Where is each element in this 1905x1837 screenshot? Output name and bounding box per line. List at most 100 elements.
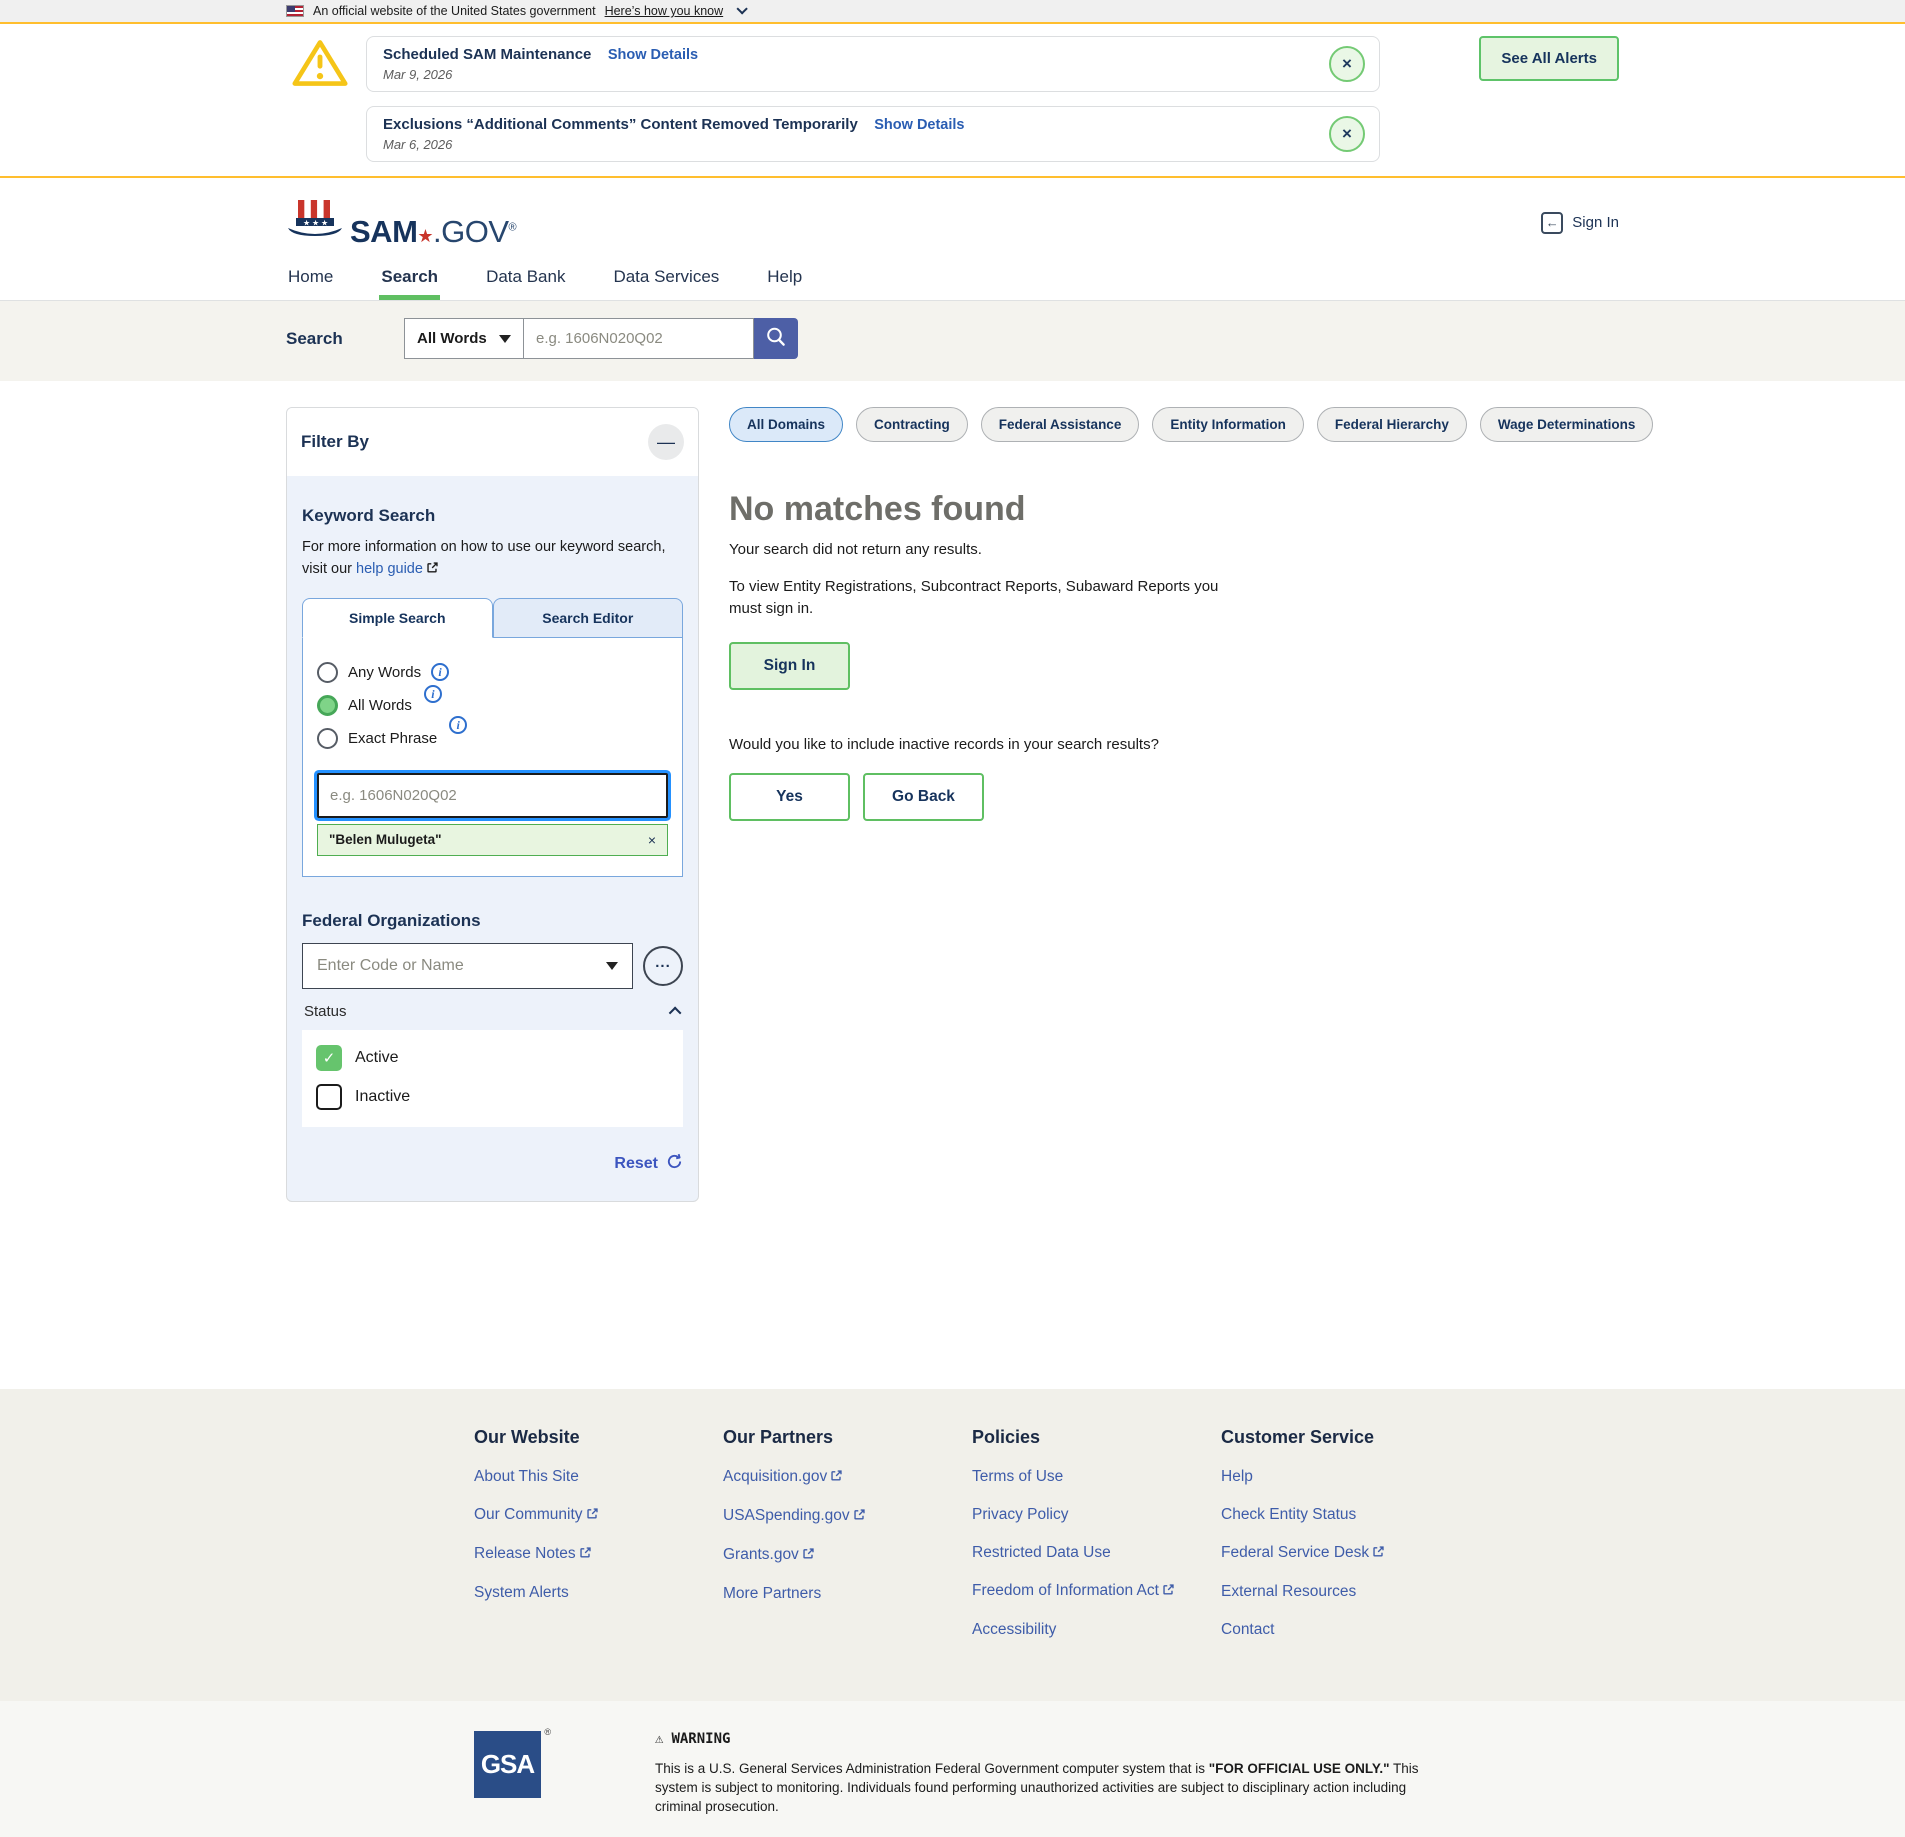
footer-link-more-partners[interactable]: More Partners	[723, 1585, 972, 1603]
go-back-button[interactable]: Go Back	[863, 773, 984, 821]
warning-triangle-icon	[292, 38, 348, 93]
footer-link-acquisition-gov[interactable]: Acquisition.gov	[723, 1468, 972, 1487]
external-link-icon	[1162, 1583, 1175, 1601]
alert-close-button[interactable]: ×	[1329, 116, 1365, 152]
footer-link-grants-gov[interactable]: Grants.gov	[723, 1546, 972, 1565]
yes-button[interactable]: Yes	[729, 773, 850, 821]
chip-remove-icon[interactable]: ×	[648, 832, 656, 848]
pill-contracting[interactable]: Contracting	[856, 407, 968, 442]
filter-panel: Filter By — Keyword Search For more info…	[286, 407, 699, 1202]
keyword-search-tabs: Simple Search Search Editor	[302, 598, 683, 638]
footer-column-customer-service: Customer Service Help Check Entity Statu…	[1221, 1427, 1470, 1659]
checkbox-active[interactable]: ✓ Active	[316, 1045, 669, 1071]
nav-item-data-services[interactable]: Data Services	[611, 255, 721, 300]
checkbox-inactive[interactable]: Inactive	[316, 1084, 669, 1110]
keyword-input[interactable]	[317, 773, 668, 818]
radio-any-words[interactable]: Any Words i	[317, 662, 668, 683]
radio-circle-icon[interactable]	[317, 695, 338, 716]
checkbox-checked-icon[interactable]: ✓	[316, 1045, 342, 1071]
nav-item-search[interactable]: Search	[379, 255, 440, 300]
search-mode-dropdown[interactable]: All Words	[404, 318, 524, 359]
footer-link-restricted-data-use[interactable]: Restricted Data Use	[972, 1544, 1221, 1562]
alert-card: Exclusions “Additional Comments” Content…	[366, 106, 1380, 162]
footer-link-external-resources[interactable]: External Resources	[1221, 1583, 1470, 1601]
external-link-icon	[830, 1469, 843, 1487]
pill-federal-hierarchy[interactable]: Federal Hierarchy	[1317, 407, 1467, 442]
site-header: ★★★ SAM★.GOV® ← Sign In	[0, 178, 1905, 255]
see-all-alerts-button[interactable]: See All Alerts	[1479, 36, 1619, 81]
search-band: Search All Words	[0, 301, 1905, 381]
gsa-warning-band: GSA ® ⚠ WARNING This is a U.S. General S…	[0, 1701, 1905, 1837]
sign-in-icon: ←	[1541, 212, 1563, 234]
nav-item-home[interactable]: Home	[286, 255, 335, 300]
global-search-input[interactable]	[524, 318, 754, 359]
footer-link-check-entity-status[interactable]: Check Entity Status	[1221, 1506, 1470, 1524]
alert-show-details-link[interactable]: Show Details	[874, 117, 964, 133]
chevron-down-icon[interactable]	[737, 3, 748, 14]
nav-item-help[interactable]: Help	[765, 255, 804, 300]
alert-close-button[interactable]: ×	[1329, 46, 1365, 82]
radio-circle-icon[interactable]	[317, 662, 338, 683]
warning-paragraph-1: This is a U.S. General Services Administ…	[655, 1759, 1455, 1816]
keyword-chip: "Belen Mulugeta" ×	[317, 824, 668, 856]
chip-label: "Belen Mulugeta"	[329, 832, 442, 847]
external-link-icon	[853, 1508, 866, 1526]
pill-wage-determinations[interactable]: Wage Determinations	[1480, 407, 1654, 442]
footer-link-system-alerts[interactable]: System Alerts	[474, 1584, 723, 1602]
alerts-zone: Scheduled SAM Maintenance Show Details M…	[0, 24, 1905, 178]
federal-organizations-heading: Federal Organizations	[302, 911, 683, 931]
alert-card-list: Scheduled SAM Maintenance Show Details M…	[366, 36, 1380, 162]
footer-link-about-this-site[interactable]: About This Site	[474, 1468, 723, 1486]
status-filter-box: ✓ Active Inactive	[302, 1030, 683, 1127]
external-link-icon	[579, 1546, 592, 1564]
tab-search-editor[interactable]: Search Editor	[493, 598, 684, 638]
footer-link-usaspending-gov[interactable]: USASpending.gov	[723, 1507, 972, 1526]
heres-how-you-know-link[interactable]: Here’s how you know	[605, 4, 724, 18]
external-link-icon	[1372, 1545, 1385, 1563]
footer-link-our-community[interactable]: Our Community	[474, 1506, 723, 1525]
refresh-icon	[666, 1153, 683, 1175]
help-guide-link[interactable]: help guide	[356, 561, 423, 577]
no-matches-heading: No matches found	[729, 490, 1653, 529]
radio-circle-icon[interactable]	[317, 728, 338, 749]
sign-in-button[interactable]: Sign In	[729, 642, 850, 690]
footer-link-contact[interactable]: Contact	[1221, 1621, 1470, 1639]
footer-link-privacy-policy[interactable]: Privacy Policy	[972, 1506, 1221, 1524]
info-icon[interactable]: i	[431, 663, 449, 681]
federal-org-more-button[interactable]: ...	[643, 946, 683, 986]
tab-simple-search[interactable]: Simple Search	[302, 598, 493, 638]
external-link-icon	[802, 1547, 815, 1565]
nav-item-data-bank[interactable]: Data Bank	[484, 255, 567, 300]
footer-link-help[interactable]: Help	[1221, 1468, 1470, 1486]
radio-exact-phrase[interactable]: Exact Phrase i	[317, 728, 668, 749]
info-icon[interactable]: i	[449, 716, 467, 734]
info-icon[interactable]: i	[424, 685, 442, 703]
close-icon: ×	[1342, 54, 1352, 74]
search-submit-button[interactable]	[754, 318, 798, 359]
radio-all-words[interactable]: All Words i	[317, 695, 668, 716]
federal-org-dropdown[interactable]: Enter Code or Name	[302, 943, 633, 989]
footer-link-release-notes[interactable]: Release Notes	[474, 1545, 723, 1564]
pill-federal-assistance[interactable]: Federal Assistance	[981, 407, 1140, 442]
footer-link-federal-service-desk[interactable]: Federal Service Desk	[1221, 1544, 1470, 1563]
footer-link-terms-of-use[interactable]: Terms of Use	[972, 1468, 1221, 1486]
svg-text:★: ★	[303, 219, 310, 228]
reset-filters[interactable]: Reset	[302, 1153, 683, 1175]
main-content: Filter By — Keyword Search For more info…	[0, 381, 1905, 1389]
sign-in-link[interactable]: ← Sign In	[1541, 212, 1619, 234]
sam-gov-logo[interactable]: ★★★ SAM★.GOV®	[286, 198, 516, 247]
checkbox-unchecked-icon[interactable]	[316, 1084, 342, 1110]
footer-link-foia[interactable]: Freedom of Information Act	[972, 1582, 1221, 1601]
pill-entity-information[interactable]: Entity Information	[1152, 407, 1304, 442]
filter-collapse-button[interactable]: —	[648, 424, 684, 460]
pill-all-domains[interactable]: All Domains	[729, 407, 843, 442]
footer-link-accessibility[interactable]: Accessibility	[972, 1621, 1221, 1639]
logo-wordmark: SAM★.GOV®	[350, 216, 516, 247]
chevron-up-icon[interactable]	[669, 1006, 682, 1019]
caret-down-icon	[499, 335, 511, 343]
alert-show-details-link[interactable]: Show Details	[608, 47, 698, 63]
search-results: All Domains Contracting Federal Assistan…	[729, 407, 1653, 821]
no-results-text: Your search did not return any results.	[729, 541, 1653, 558]
sign-in-notice-text: To view Entity Registrations, Subcontrac…	[729, 576, 1229, 620]
alert-title: Exclusions “Additional Comments” Content…	[383, 116, 858, 133]
